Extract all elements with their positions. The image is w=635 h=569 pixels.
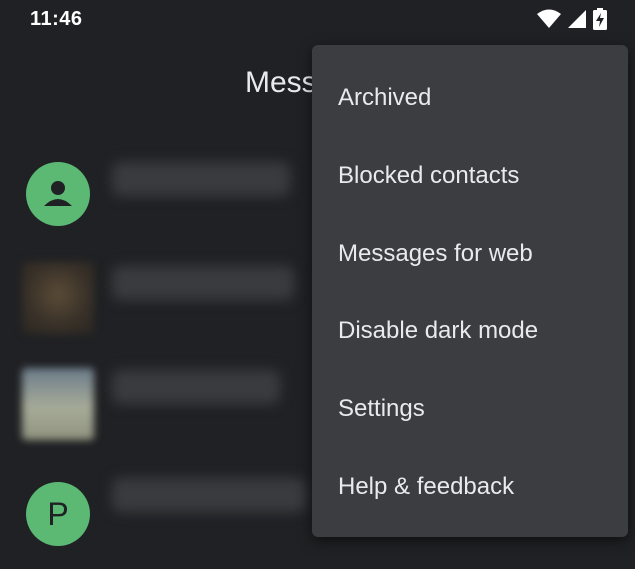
cell-signal-icon [568, 10, 586, 28]
contact-avatar: P [26, 482, 90, 546]
conversation-preview-blurred [112, 162, 290, 196]
person-icon [44, 181, 72, 206]
menu-item-archived[interactable]: Archived [312, 59, 628, 137]
wifi-icon [537, 9, 561, 28]
contact-avatar [26, 162, 90, 226]
conversation-preview-blurred [112, 478, 306, 512]
status-bar: 11:46 [0, 0, 635, 40]
status-icons [537, 8, 607, 30]
menu-item-blocked-contacts[interactable]: Blocked contacts [312, 137, 628, 215]
contact-photo [22, 368, 94, 440]
menu-item-label: Archived [338, 84, 432, 111]
conversation-preview-blurred [112, 370, 280, 404]
contact-photo [22, 262, 94, 334]
overflow-menu: Archived Blocked contacts Messages for w… [312, 45, 628, 537]
avatar-letter: P [47, 495, 69, 532]
menu-item-label: Help & feedback [338, 473, 515, 500]
menu-item-label: Disable dark mode [338, 317, 539, 344]
menu-item-messages-for-web[interactable]: Messages for web [312, 215, 628, 293]
menu-item-label: Messages for web [338, 240, 533, 267]
menu-item-settings[interactable]: Settings [312, 370, 628, 448]
menu-item-label: Blocked contacts [338, 162, 520, 189]
status-time: 11:46 [30, 8, 83, 30]
conversation-preview-blurred [112, 266, 294, 300]
battery-charging-icon [593, 8, 607, 30]
menu-item-label: Settings [338, 395, 425, 422]
messages-screen: 11:46 Mess P Archived Blocked contacts M… [0, 0, 635, 569]
menu-item-help-feedback[interactable]: Help & feedback [312, 448, 628, 526]
menu-item-disable-dark-mode[interactable]: Disable dark mode [312, 292, 628, 370]
app-title: Mess [245, 66, 317, 99]
